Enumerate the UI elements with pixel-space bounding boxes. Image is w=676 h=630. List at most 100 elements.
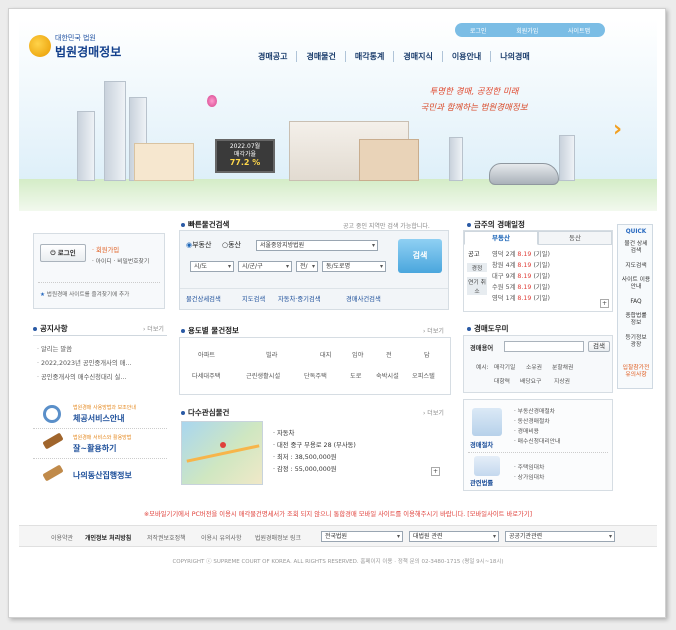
service-guide-banner[interactable]: 법원경매 사용방법과 보조안내 체공서비스안내 (33, 403, 167, 429)
procedure-icon[interactable] (472, 408, 502, 436)
login-button[interactable]: ⏻ 로그인 (40, 244, 86, 262)
nav-auction-items[interactable]: 경매물건 (296, 51, 344, 62)
usage-field[interactable]: 전 (386, 350, 392, 359)
nav-usage-guide[interactable]: 이용안내 (441, 51, 490, 62)
notice-more-link[interactable]: › 더보기 (143, 324, 164, 333)
sigungu-select[interactable]: 시/군/구 (238, 261, 292, 272)
favorite-link[interactable]: ★ 법원경매 사이트를 즐겨찾기에 추가 (40, 290, 129, 298)
mobile-notice[interactable]: ※모바일기기에서 PC버전을 이용시 매각물건명세서가 조회 되지 않으니 통합… (19, 509, 657, 518)
terms-link[interactable]: 이용약관 (51, 533, 73, 542)
usage-neighborhood[interactable]: 근린생활시설 (246, 371, 280, 380)
term-ownership[interactable]: 소유권 (526, 362, 542, 371)
join-link[interactable]: · 회원가입 (92, 245, 119, 254)
supreme-link-select[interactable]: 대법원 관련 (409, 531, 499, 542)
law-label[interactable]: 관련법률 (470, 478, 493, 487)
popular-more-link[interactable]: › 더보기 (423, 408, 444, 417)
nav-my-auction[interactable]: 나의경매 (490, 51, 538, 62)
nav-auction-notice[interactable]: 경매공고 (249, 51, 296, 62)
nav-auction-knowledge[interactable]: 경매지식 (393, 51, 441, 62)
radio-realestate[interactable]: ◉부동산 (186, 240, 211, 250)
procedure-label[interactable]: 경매절차 (470, 440, 493, 449)
schedule-item[interactable]: 영덕 1계 8.19 (기일) (492, 293, 550, 302)
law-link[interactable]: · 상가임대차 (514, 472, 544, 481)
radio-movable[interactable]: ○동산 (222, 240, 241, 250)
usage-box: 아파트 빌라 대지 임야 전 답 다세대주택 근린생활시설 단독주택 도로 숙박… (179, 337, 451, 395)
procedure-link[interactable]: · 동산경매절차 (514, 416, 550, 425)
copyright-policy-link[interactable]: 저작권보호정책 (147, 533, 186, 542)
quick-faq[interactable]: FAQ (618, 299, 654, 306)
notice-item[interactable]: 알리는 말씀 (37, 344, 72, 353)
nav-sale-stats[interactable]: 매각통계 (344, 51, 393, 62)
movable-info-banner[interactable]: 나의동산집행정보 (33, 463, 167, 489)
quick-detail-search[interactable]: 물건 상세검색 (618, 241, 654, 255)
term-surface-right[interactable]: 지상권 (554, 376, 570, 385)
dictionary-search-button[interactable]: 검색 (588, 341, 610, 352)
notice-item[interactable]: 공인중개사의 매수신청대리 실... (37, 372, 126, 381)
procedure-box: 경매절차 · 부동산경매절차 · 동산경매절차 · 경매비용 · 매수신청대리안… (463, 399, 613, 491)
court-link-select[interactable]: 전국법원 (321, 531, 403, 542)
schedule-item[interactable]: 창원 4계 8.19 (기일) (492, 260, 550, 269)
detail-search-link[interactable]: 물건상세검색 (186, 294, 221, 303)
quick-usage-guide[interactable]: 사이트 이용안내 (618, 277, 654, 291)
schedule-item[interactable]: 영덕 2계 8.19 (기일) (492, 249, 550, 258)
login-link[interactable]: 로그인 (470, 26, 487, 35)
dictionary-box: 경매용어 검색 예시: 매각기일 소유권 분할채권 대항력 배당요구 지상권 (463, 335, 613, 393)
term-opposing-power[interactable]: 대항력 (494, 376, 510, 385)
law-link[interactable]: · 주택임대차 (514, 462, 544, 471)
term-dividend-request[interactable]: 배당요구 (520, 376, 541, 385)
schedule-item[interactable]: 수원 5계 8.19 (기일) (492, 282, 550, 291)
usage-detached[interactable]: 단독주택 (304, 371, 327, 380)
usage-lodging[interactable]: 숙박시설 (376, 371, 399, 380)
sido-select[interactable]: 시/도 (190, 261, 234, 272)
usage-land[interactable]: 대지 (320, 350, 331, 359)
term-split-claim[interactable]: 분할채권 (552, 362, 573, 371)
usage-apartment[interactable]: 아파트 (198, 350, 215, 359)
vehicle-search-link[interactable]: 자동차·중기검색 (278, 294, 321, 303)
join-link[interactable]: 회원가입 (516, 26, 538, 35)
top-links: 로그인 회원가입 사이트맵 (455, 23, 605, 37)
next-slide-icon[interactable]: › (613, 117, 622, 142)
find-id-link[interactable]: · 아이디 · 비밀번호찾기 (92, 256, 149, 265)
usage-villa[interactable]: 빌라 (266, 350, 277, 359)
quick-map-search[interactable]: 지도검색 (618, 263, 654, 270)
popular-next-icon[interactable]: + (431, 467, 440, 476)
map-search-link[interactable]: 지도검색 (242, 294, 265, 303)
copyright: COPYRIGHT ⓒ SUPREME COURT OF KOREA. ALL … (172, 559, 504, 565)
slogan: 투명한 경매, 공정한 미래 국민과 함께하는 법원경매정보 (364, 84, 584, 116)
quick-law-info[interactable]: 종합법률 정보 (618, 313, 654, 327)
popular-address[interactable]: · 대전 중구 부용로 28 (부사동) (273, 440, 356, 449)
term-sale-date[interactable]: 매각기일 (494, 362, 515, 371)
schedule-item[interactable]: 대구 9계 8.19 (기일) (492, 271, 550, 280)
caution-link[interactable]: 이용시 유의사항 (201, 533, 242, 542)
dictionary-input[interactable] (504, 341, 584, 352)
notice-item[interactable]: 2022,2023년 공인중개사의 매... (37, 358, 131, 367)
sitemap-link[interactable]: 사이트맵 (568, 26, 590, 35)
procedure-link[interactable]: · 경매비용 (514, 426, 539, 435)
case-search-link[interactable]: 경매사건검색 (346, 294, 381, 303)
usage-officetel[interactable]: 오피스텔 (412, 371, 435, 380)
usage-road[interactable]: 도로 (350, 371, 361, 380)
usage-multiplex[interactable]: 다세대주택 (192, 371, 220, 380)
quick-bid-caution[interactable]: 입찰참가전 유의사항 (618, 365, 654, 379)
usage-forest[interactable]: 임야 (352, 350, 363, 359)
search-button[interactable]: 검색 (398, 239, 442, 273)
quick-registry[interactable]: 등기정보 광장 (618, 335, 654, 349)
popular-type[interactable]: · 자동차 (273, 428, 294, 437)
procedure-link[interactable]: · 부동산경매절차 (514, 406, 555, 415)
ground-strip (19, 179, 657, 211)
apartment-tower (104, 81, 126, 181)
public-link-select[interactable]: 공공기관관련 (505, 531, 615, 542)
dong-select[interactable]: 동/도로명 (322, 261, 386, 272)
usage-paddy[interactable]: 답 (424, 350, 430, 359)
procedure-link[interactable]: · 매수신청대리안내 (514, 436, 560, 445)
law-icon[interactable] (474, 456, 500, 476)
tab-realestate[interactable]: 부동산 (464, 231, 538, 245)
usage-more-link[interactable]: › 더보기 (423, 326, 444, 335)
dong-prefix-select[interactable]: 전/ (296, 261, 318, 272)
schedule-page-icon[interactable]: + (600, 299, 609, 308)
privacy-link[interactable]: 개인정보 처리방침 (85, 533, 131, 542)
usage-tips-banner[interactable]: 법원경매 서비스와 활용방법 잘~활용하기 (33, 432, 167, 459)
popular-map-image[interactable] (181, 421, 263, 485)
tab-movable[interactable]: 동산 (538, 231, 612, 245)
court-select[interactable]: 서울중앙지방법원 (256, 240, 378, 251)
